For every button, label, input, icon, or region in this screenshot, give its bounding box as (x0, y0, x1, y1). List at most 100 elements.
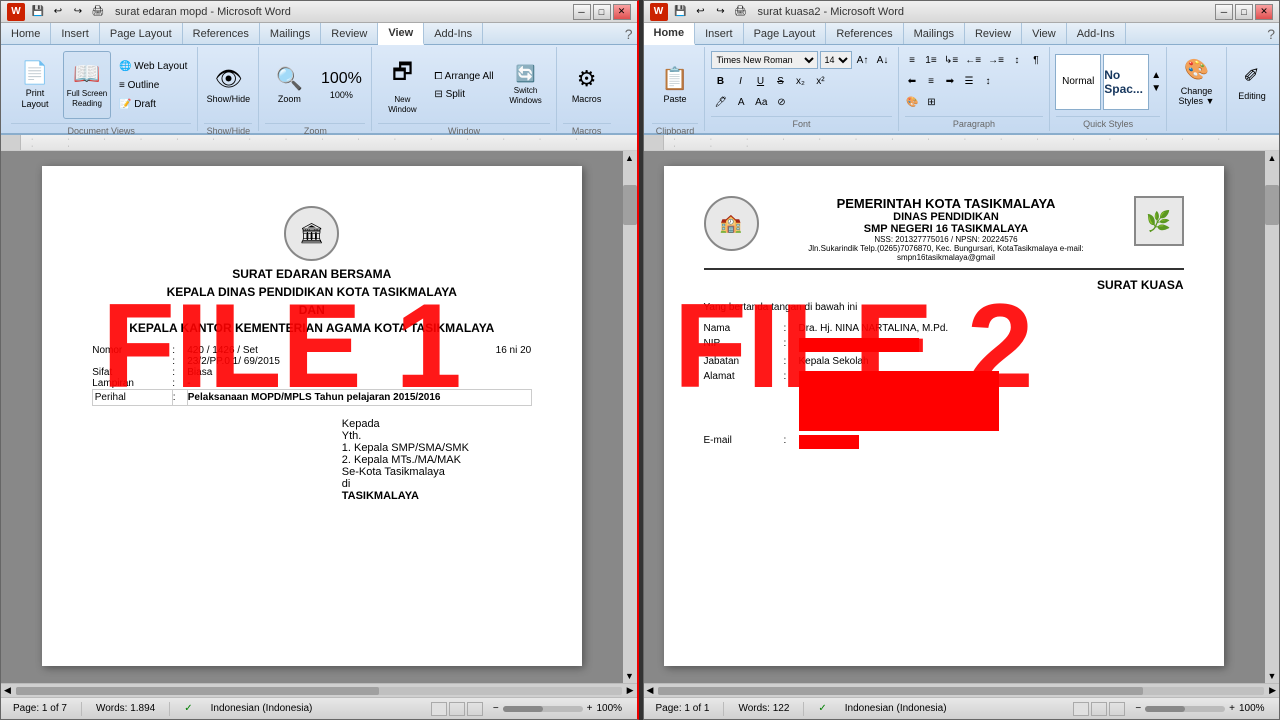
arrangall-btn[interactable]: ⧠ Arrange All (430, 69, 497, 84)
view-print-btn[interactable] (431, 702, 447, 716)
maximize-btn-left[interactable]: □ (593, 4, 611, 20)
zoom100-btn[interactable]: 100% 100% (317, 51, 365, 119)
tab-addins-right[interactable]: Add-Ins (1067, 23, 1126, 44)
showhide-btn[interactable]: 👁 Show/Hide (204, 51, 252, 119)
align-right-btn[interactable]: ➡ (941, 72, 959, 90)
decrease-indent-btn[interactable]: ←≡ (962, 51, 984, 69)
outline-btn[interactable]: ≡ Outline (115, 78, 191, 93)
zoom-plus-r[interactable]: + (1229, 703, 1235, 714)
ribbon-help-left[interactable]: ? (625, 26, 633, 42)
justify-btn[interactable]: ☰ (960, 72, 978, 90)
scrollbar-left[interactable]: ▲ ▼ (623, 151, 637, 683)
tab-references-right[interactable]: References (826, 23, 903, 44)
tab-pagelayout-right[interactable]: Page Layout (744, 23, 827, 44)
zoom-minus[interactable]: − (493, 703, 499, 714)
view-web-btn[interactable] (467, 702, 483, 716)
clearformat-btn[interactable]: ⊘ (772, 93, 790, 111)
hscroll-track-left[interactable] (16, 687, 622, 695)
tab-mailings-right[interactable]: Mailings (904, 23, 965, 44)
align-center-btn[interactable]: ≡ (922, 72, 940, 90)
texteffect-btn[interactable]: Aa (752, 93, 770, 111)
tab-insert-left[interactable]: Insert (51, 23, 100, 44)
underline-btn[interactable]: U (751, 72, 769, 90)
style-heading1-box[interactable]: No Spac... (1103, 54, 1149, 110)
close-btn-left[interactable]: ✕ (613, 4, 631, 20)
zoom-minus-r[interactable]: − (1135, 703, 1141, 714)
view-print-btn-r[interactable] (1073, 702, 1089, 716)
font-shrink-btn[interactable]: A↓ (874, 51, 892, 69)
maximize-btn-right[interactable]: □ (1235, 4, 1253, 20)
view-fullread-btn-r[interactable] (1091, 702, 1107, 716)
hscroll-right-btn[interactable]: ▶ (624, 685, 637, 696)
tab-insert-right[interactable]: Insert (695, 23, 744, 44)
newwindow-btn[interactable]: 🗗 New Window (378, 51, 426, 119)
font-grow-btn[interactable]: A↑ (854, 51, 872, 69)
print-btn-r[interactable]: 🖨 (732, 3, 750, 21)
draft-btn[interactable]: 📝 Draft (115, 97, 191, 112)
subscript-btn[interactable]: x₂ (791, 72, 809, 90)
scroll-down-left[interactable]: ▼ (623, 669, 637, 683)
scrollbar-thumb-right[interactable] (1265, 185, 1279, 225)
redo-btn[interactable]: ↪ (69, 3, 87, 21)
tab-view-left[interactable]: View (378, 23, 424, 45)
increase-indent-btn[interactable]: →≡ (985, 51, 1007, 69)
scroll-up-left[interactable]: ▲ (623, 151, 637, 165)
scrollbar-thumb-left[interactable] (623, 185, 637, 225)
hscroll-left-btn[interactable]: ◀ (1, 685, 14, 696)
strikethrough-btn[interactable]: S (771, 72, 789, 90)
tab-home-right[interactable]: Home (644, 23, 696, 45)
view-web-btn-r[interactable] (1109, 702, 1125, 716)
highlight-btn[interactable]: 🖊 (711, 93, 730, 111)
zoom-btn[interactable]: 🔍 Zoom (265, 51, 313, 119)
tab-pagelayout-left[interactable]: Page Layout (100, 23, 183, 44)
style-down-btn[interactable]: ▼ (1151, 83, 1161, 94)
align-left-btn[interactable]: ⬅ (903, 72, 921, 90)
fullscreen-reading-btn[interactable]: 📖 Full ScreenReading (63, 51, 111, 119)
split-btn[interactable]: ⊟ Split (430, 87, 497, 102)
view-fullread-btn[interactable] (449, 702, 465, 716)
doc-scroll-left[interactable]: FILE 1 🏛 SURAT EDARAN BERSAMA KEPALA DIN… (1, 151, 623, 683)
switchwindows-btn[interactable]: 🔄 Switch Windows (502, 51, 550, 119)
hscroll-left-btn-r[interactable]: ◀ (644, 685, 657, 696)
undo-btn[interactable]: ↩ (49, 3, 67, 21)
doc-scroll-right[interactable]: FILE 2 🏫 PEMERINTAH KOTA TASIKMALAYA DIN… (644, 151, 1266, 683)
print-btn[interactable]: 🖨 (89, 3, 107, 21)
scroll-up-right[interactable]: ▲ (1265, 151, 1279, 165)
superscript-btn[interactable]: x² (811, 72, 829, 90)
editing-btn[interactable]: Editing (1238, 91, 1266, 101)
paste-btn[interactable]: 📋 Paste (651, 51, 699, 119)
numbering-btn[interactable]: 1≡ (922, 51, 940, 69)
zoom-plus[interactable]: + (587, 703, 593, 714)
change-styles-btn[interactable]: ChangeStyles ▼ (1179, 86, 1215, 106)
save-btn-r[interactable]: 💾 (672, 3, 690, 21)
italic-btn[interactable]: I (731, 72, 749, 90)
hscrollbar-right[interactable]: ◀ ▶ (644, 683, 1280, 697)
tab-review-left[interactable]: Review (321, 23, 378, 44)
showmarks-btn[interactable]: ¶ (1027, 51, 1045, 69)
macros-btn[interactable]: ⚙ Macros (563, 51, 611, 119)
tab-view-right[interactable]: View (1022, 23, 1067, 44)
tab-references-left[interactable]: References (183, 23, 260, 44)
shading-btn[interactable]: 🎨 (903, 93, 921, 111)
hscroll-track-right[interactable] (658, 687, 1264, 695)
multilevel-btn[interactable]: ↳≡ (941, 51, 961, 69)
font-family-select[interactable]: Times New Roman (711, 51, 817, 69)
style-normal-box[interactable]: Normal (1055, 54, 1101, 110)
scroll-down-right[interactable]: ▼ (1265, 669, 1279, 683)
tab-mailings-left[interactable]: Mailings (260, 23, 321, 44)
hscroll-thumb-left[interactable] (16, 687, 379, 695)
redo-btn-r[interactable]: ↪ (712, 3, 730, 21)
bold-btn[interactable]: B (711, 72, 729, 90)
zoom-slider-left[interactable] (503, 706, 583, 712)
scrollbar-right[interactable]: ▲ ▼ (1265, 151, 1279, 683)
web-layout-btn[interactable]: 🌐 Web Layout (115, 59, 191, 74)
tab-home-left[interactable]: Home (1, 23, 51, 44)
ribbon-help-right[interactable]: ? (1267, 26, 1275, 42)
status-spellcheck-left[interactable]: ✓ (180, 703, 196, 714)
hscrollbar-left[interactable]: ◀ ▶ (1, 683, 637, 697)
hscroll-thumb-right[interactable] (658, 687, 1143, 695)
font-size-select[interactable]: 14 (820, 51, 852, 69)
tab-addins-left[interactable]: Add-Ins (424, 23, 483, 44)
tab-review-right[interactable]: Review (965, 23, 1022, 44)
hscroll-right-btn-r[interactable]: ▶ (1266, 685, 1279, 696)
